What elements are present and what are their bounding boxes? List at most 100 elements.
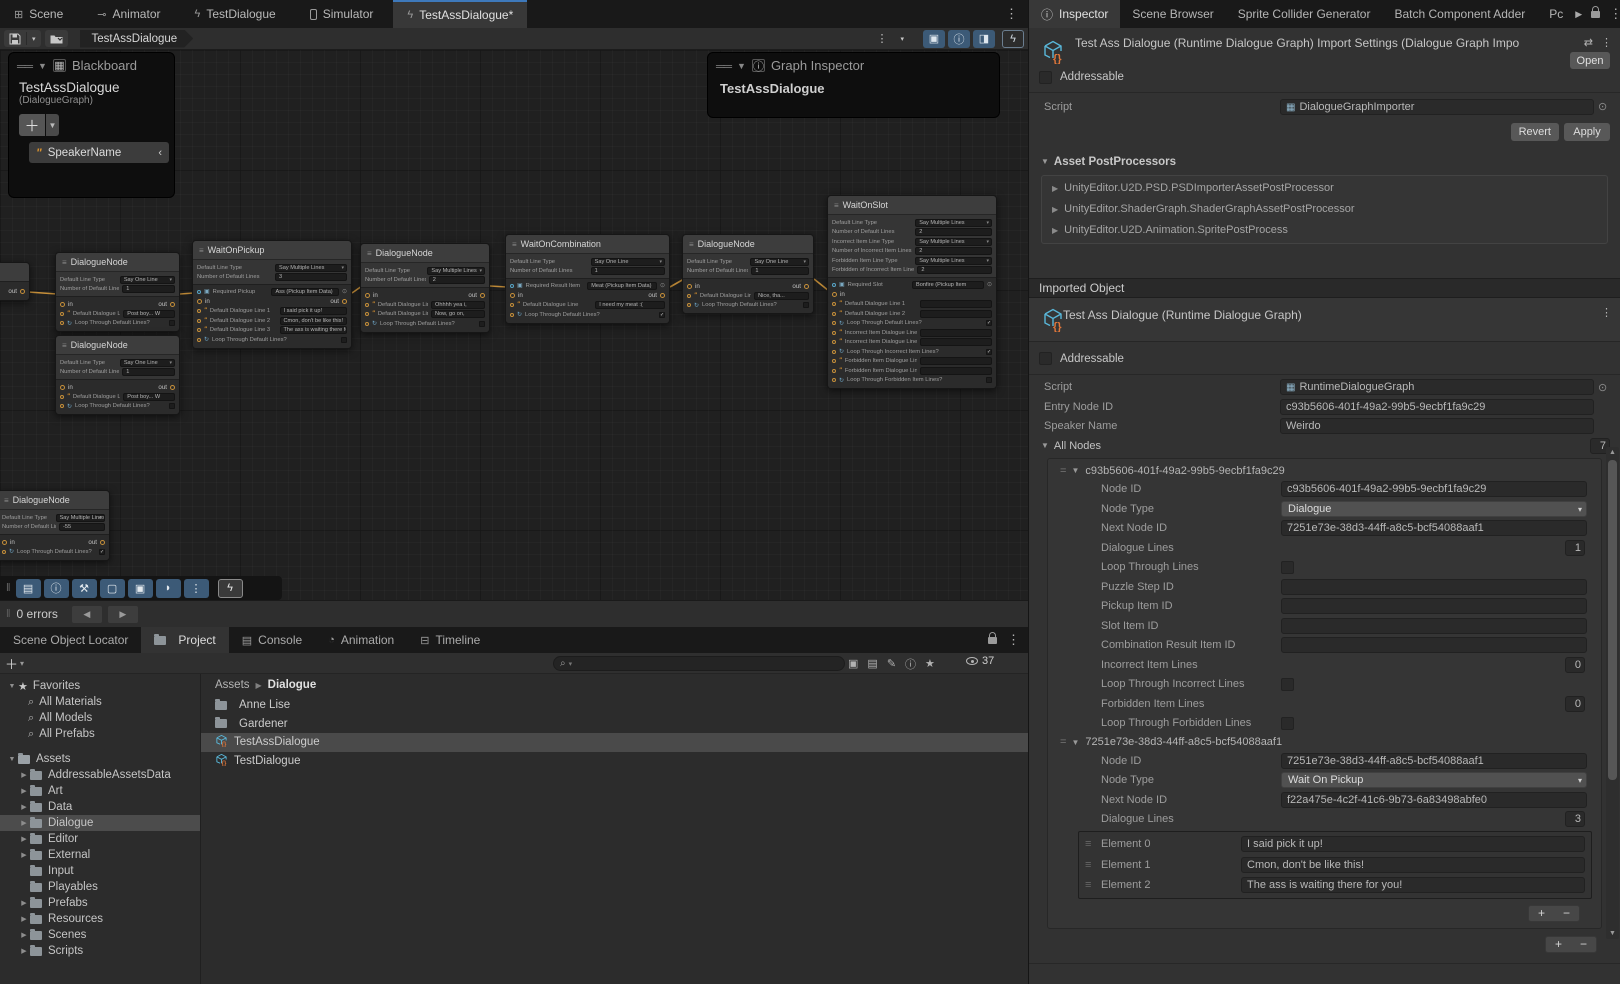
output-port[interactable]: out [158, 384, 175, 391]
project-search[interactable]: ⌕ ▾ [553, 656, 845, 671]
graph-node-start[interactable]: ≡StartNodeSpeakerNameout [0, 262, 30, 301]
value-field[interactable]: f22a475e-4c2f-41c6-9b73-6a83498abfe0 [1281, 792, 1587, 808]
tree-item-scenes[interactable]: ▶Scenes [0, 927, 200, 943]
window-panel-icon[interactable]: ▢ [100, 579, 125, 598]
element-row[interactable]: ≡Element 2The ass is waiting there for y… [1079, 875, 1591, 896]
tree-item-all-prefabs[interactable]: ⌕All Prefabs [0, 726, 200, 742]
count-field[interactable]: 3 [1565, 811, 1585, 827]
next-error-button[interactable]: ▶ [108, 606, 138, 623]
foldout-arrow-icon[interactable]: ▶ [1052, 184, 1058, 193]
tab-strip-menu-icon[interactable]: ⋮ [995, 0, 1028, 28]
remove-node-button[interactable]: − [1571, 937, 1596, 952]
checkbox[interactable] [986, 377, 992, 383]
value-field[interactable]: 7251e73e-38d3-44ff-a8c5-bcf54088aaf1 [1281, 753, 1587, 769]
tree-item-scripts[interactable]: ▶Scripts [0, 943, 200, 959]
tree-item-input[interactable]: Input [0, 863, 200, 879]
count-field[interactable]: 0 [1565, 696, 1585, 712]
input-port[interactable]: in [832, 291, 845, 298]
object-picker-icon[interactable]: ⊙ [987, 281, 992, 288]
prop-dropdown[interactable]: Say Multiple Lines▾ [56, 514, 105, 522]
tree-item-favorites[interactable]: ▼★Favorites [0, 678, 200, 694]
folder-save-icon[interactable] [45, 30, 68, 47]
checkbox[interactable] [1281, 717, 1294, 730]
lock-icon[interactable] [988, 637, 997, 644]
graph-node-dn4[interactable]: ≡DialogueNodeDefault Line TypeSay One Li… [682, 234, 814, 314]
inspector-tab-pc[interactable]: Pc [1537, 0, 1575, 28]
element-value-field[interactable]: The ass is waiting there for you! [1241, 877, 1585, 893]
line-text-field[interactable] [920, 338, 992, 346]
input-port[interactable]: in [197, 298, 210, 305]
foldout-arrow-icon[interactable]: ▶ [1052, 226, 1058, 235]
bottom-tab-console[interactable]: ▤Console [229, 627, 315, 653]
foldout-label[interactable]: ▼Dialogue Lines [1101, 813, 1281, 825]
addressable-checkbox[interactable] [1039, 352, 1052, 365]
entry-node-field[interactable]: c93b5606-401f-49a2-99b5-9ecbf1fa9c29 [1280, 399, 1594, 415]
line-text-field[interactable] [920, 367, 992, 375]
node-type-dropdown[interactable]: Dialogue▾ [1281, 501, 1587, 517]
prop-dropdown[interactable]: Say Multiple Lines▾ [915, 257, 992, 265]
prop-number-field[interactable]: -55 [59, 523, 105, 531]
checkbox[interactable] [169, 403, 175, 409]
postprocessor-item[interactable]: ▶UnityEditor.U2D.PSD.PSDImporterAssetPos… [1042, 178, 1607, 199]
inspector-panel-icon[interactable]: ⓘ [44, 579, 69, 598]
output-port[interactable]: out [792, 283, 809, 290]
search-filter-caret-icon[interactable]: ▾ [569, 660, 573, 668]
overflow-menu-icon[interactable]: ⋮ [871, 30, 892, 47]
open-in-search-icon[interactable]: ▣ [848, 657, 858, 670]
prop-number-field[interactable]: 1 [122, 368, 175, 376]
hidden-count[interactable]: 37 [966, 655, 994, 667]
tree-item-dialogue[interactable]: ▶Dialogue [0, 815, 200, 831]
graph-node-wos[interactable]: ≡WaitOnSlotDefault Line TypeSay Multiple… [827, 195, 997, 389]
prop-dropdown[interactable]: Say One Line▾ [120, 276, 175, 284]
prop-dropdown[interactable]: Say Multiple Lines▾ [915, 238, 992, 246]
blackboard-toggle-icon[interactable]: ◨ [973, 30, 995, 48]
tree-item-editor[interactable]: ▶Editor [0, 831, 200, 847]
output-port[interactable]: out [8, 288, 25, 295]
line-text-field[interactable]: Post boy... W [123, 393, 175, 401]
breadcrumb[interactable]: TestAssDialogue [80, 30, 194, 48]
graph-node-wop[interactable]: ≡WaitOnPickupDefault Line TypeSay Multip… [192, 240, 352, 349]
input-port[interactable]: in [510, 292, 523, 299]
graph-node-dn5[interactable]: ≡DialogueNodeDefault Line TypeSay Multip… [0, 490, 110, 561]
checkbox[interactable] [169, 320, 175, 326]
count-field[interactable]: 1 [1565, 540, 1585, 556]
debug-panel-icon[interactable]: ϟ [218, 579, 243, 598]
object-field[interactable]: Meat (Pickup Item Data) [587, 282, 657, 290]
drag-handle-icon[interactable]: ≡ [1085, 838, 1101, 850]
foldout-arrow-icon[interactable]: ▼ [6, 756, 18, 763]
object-field[interactable]: Bonfire (Pickup Item [912, 281, 984, 289]
foldout-arrow-icon[interactable]: ▶ [18, 947, 30, 955]
value-field[interactable] [1281, 618, 1587, 634]
file-item-gardener[interactable]: Gardener [201, 715, 1028, 734]
drag-handle-icon[interactable]: ≡ [1085, 879, 1101, 891]
object-picker-icon[interactable]: ⊙ [1598, 381, 1610, 394]
graph-node-woc[interactable]: ≡WaitOnCombinationDefault Line TypeSay O… [505, 234, 670, 324]
save-icon[interactable] [4, 30, 26, 47]
scroll-down-icon[interactable]: ▼ [1606, 928, 1619, 939]
drag-handle-icon[interactable]: ≡ [1085, 859, 1101, 871]
prop-dropdown[interactable]: Say Multiple Lines▾ [915, 219, 992, 227]
node-title-bar[interactable]: ≡DialogueNode [683, 235, 813, 253]
tree-item-all-models[interactable]: ⌕All Models [0, 710, 200, 726]
editor-tab-testdialogue[interactable]: ϟTestDialogue [181, 0, 290, 28]
foldout-arrow-icon[interactable]: ▼ [1071, 466, 1079, 475]
apply-button[interactable]: Apply [1564, 123, 1610, 141]
tree-item-resources[interactable]: ▶Resources [0, 911, 200, 927]
object-picker-icon[interactable]: ⊙ [1598, 100, 1610, 113]
blackboard-panel[interactable]: ══ ▼ ▦ Blackboard TestAssDialogue (Dialo… [8, 52, 175, 198]
scroll-up-icon[interactable]: ▲ [1606, 447, 1619, 458]
prop-dropdown[interactable]: Say One Line▾ [591, 258, 665, 266]
prop-number-field[interactable]: 2 [915, 247, 992, 255]
file-item-testdialogue[interactable]: {}TestDialogue [201, 752, 1028, 771]
node-title-bar[interactable]: ≡DialogueNode [0, 491, 109, 509]
add-property-button[interactable]: ＋ [19, 114, 45, 136]
breadcrumb-root[interactable]: Assets [215, 679, 250, 691]
postprocessor-item[interactable]: ▶UnityEditor.ShaderGraph.ShaderGraphAsse… [1042, 199, 1607, 220]
speaker-name-field[interactable]: Weirdo [1280, 418, 1594, 434]
editor-tab-animator[interactable]: ⊸Animator [83, 0, 174, 28]
node-title-bar[interactable]: ≡WaitOnPickup [193, 241, 351, 259]
addressable-checkbox[interactable] [1039, 71, 1052, 84]
script-field[interactable]: ▦DialogueGraphImporter [1280, 99, 1594, 115]
count-field[interactable]: 0 [1565, 657, 1585, 673]
line-text-field[interactable]: I said pick it up! [280, 307, 348, 315]
